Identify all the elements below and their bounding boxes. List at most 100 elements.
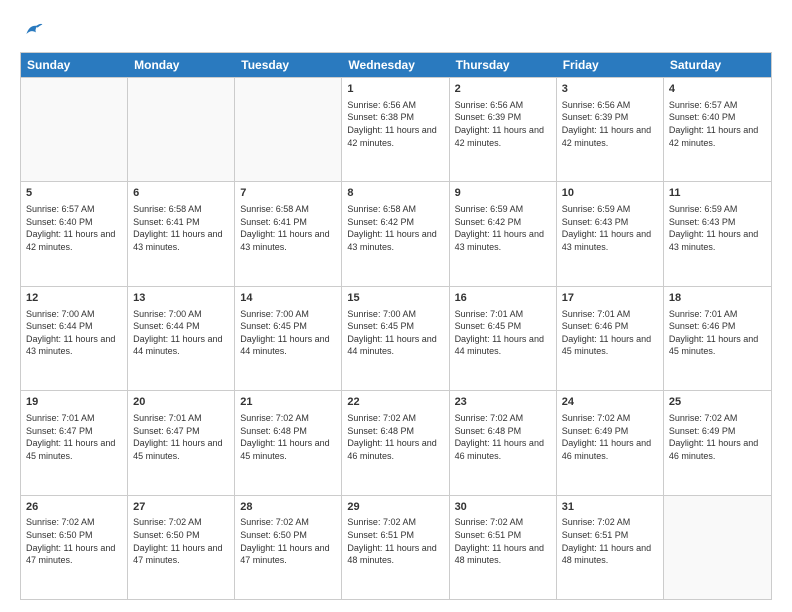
calendar-cell: 21 Sunrise: 7:02 AM Sunset: 6:48 PM Dayli… — [235, 391, 342, 494]
day-info: Sunrise: 6:56 AM Sunset: 6:39 PM Dayligh… — [455, 99, 551, 149]
day-info: Sunrise: 7:02 AM Sunset: 6:48 PM Dayligh… — [347, 412, 443, 462]
day-number: 14 — [240, 291, 336, 306]
weekday-header: Friday — [557, 53, 664, 77]
day-info: Sunrise: 6:56 AM Sunset: 6:39 PM Dayligh… — [562, 99, 658, 149]
day-info: Sunrise: 7:02 AM Sunset: 6:48 PM Dayligh… — [455, 412, 551, 462]
calendar-cell: 2 Sunrise: 6:56 AM Sunset: 6:39 PM Daylig… — [450, 78, 557, 181]
calendar-cell: 4 Sunrise: 6:57 AM Sunset: 6:40 PM Daylig… — [664, 78, 771, 181]
calendar-cell: 11 Sunrise: 6:59 AM Sunset: 6:43 PM Dayli… — [664, 182, 771, 285]
calendar-cell: 13 Sunrise: 7:00 AM Sunset: 6:44 PM Dayli… — [128, 287, 235, 390]
calendar-cell: 5 Sunrise: 6:57 AM Sunset: 6:40 PM Daylig… — [21, 182, 128, 285]
calendar-row: 12Sunrise: 7:00 AM Sunset: 6:44 PM Dayli… — [21, 286, 771, 390]
calendar-cell: 20Sunrise: 7:01 AM Sunset: 6:47 PM Dayli… — [128, 391, 235, 494]
day-number: 4 — [669, 82, 766, 97]
calendar-cell: 26Sunrise: 7:02 AM Sunset: 6:50 PM Dayli… — [21, 496, 128, 599]
calendar-cell: 12Sunrise: 7:00 AM Sunset: 6:44 PM Dayli… — [21, 287, 128, 390]
day-number: 15 — [347, 291, 443, 306]
calendar: SundayMondayTuesdayWednesdayThursdayFrid… — [20, 52, 772, 600]
day-info: Sunrise: 6:57 AM Sunset: 6:40 PM Dayligh… — [26, 203, 122, 253]
calendar-cell: 14Sunrise: 7:00 AM Sunset: 6:45 PM Dayli… — [235, 287, 342, 390]
day-number: 1 — [347, 82, 443, 97]
day-info: Sunrise: 7:02 AM Sunset: 6:50 PM Dayligh… — [240, 516, 336, 566]
day-info: Sunrise: 7:02 AM Sunset: 6:50 PM Dayligh… — [26, 516, 122, 566]
calendar-cell: 9 Sunrise: 6:59 AM Sunset: 6:42 PM Daylig… — [450, 182, 557, 285]
day-number: 7 — [240, 186, 336, 201]
day-info: Sunrise: 7:02 AM Sunset: 6:49 PM Dayligh… — [669, 412, 766, 462]
day-number: 29 — [347, 500, 443, 515]
day-number: 10 — [562, 186, 658, 201]
calendar-cell: 18 Sunrise: 7:01 AM Sunset: 6:46 PM Dayli… — [664, 287, 771, 390]
day-info: Sunrise: 7:00 AM Sunset: 6:44 PM Dayligh… — [133, 308, 229, 358]
day-info: Sunrise: 7:01 AM Sunset: 6:47 PM Dayligh… — [26, 412, 122, 462]
day-number: 2 — [455, 82, 551, 97]
calendar-cell: 8 Sunrise: 6:58 AM Sunset: 6:42 PM Daylig… — [342, 182, 449, 285]
calendar-row: 26Sunrise: 7:02 AM Sunset: 6:50 PM Dayli… — [21, 495, 771, 599]
day-info: Sunrise: 6:59 AM Sunset: 6:43 PM Dayligh… — [562, 203, 658, 253]
day-info: Sunrise: 6:56 AM Sunset: 6:38 PM Dayligh… — [347, 99, 443, 149]
day-number: 28 — [240, 500, 336, 515]
calendar-cell — [235, 78, 342, 181]
logo — [20, 18, 46, 42]
calendar-cell: 3Sunrise: 6:56 AM Sunset: 6:39 PM Daylig… — [557, 78, 664, 181]
day-info: Sunrise: 7:02 AM Sunset: 6:48 PM Dayligh… — [240, 412, 336, 462]
day-number: 27 — [133, 500, 229, 515]
calendar-cell: 10 Sunrise: 6:59 AM Sunset: 6:43 PM Dayli… — [557, 182, 664, 285]
day-number: 9 — [455, 186, 551, 201]
calendar-cell: 23 Sunrise: 7:02 AM Sunset: 6:48 PM Dayli… — [450, 391, 557, 494]
day-info: Sunrise: 7:02 AM Sunset: 6:51 PM Dayligh… — [455, 516, 551, 566]
calendar-cell: 1 Sunrise: 6:56 AM Sunset: 6:38 PM Daylig… — [342, 78, 449, 181]
day-number: 5 — [26, 186, 122, 201]
day-number: 11 — [669, 186, 766, 201]
day-info: Sunrise: 7:02 AM Sunset: 6:49 PM Dayligh… — [562, 412, 658, 462]
calendar-cell: 27Sunrise: 7:02 AM Sunset: 6:50 PM Dayli… — [128, 496, 235, 599]
calendar-cell: 6 Sunrise: 6:58 AM Sunset: 6:41 PM Daylig… — [128, 182, 235, 285]
day-number: 30 — [455, 500, 551, 515]
day-number: 6 — [133, 186, 229, 201]
day-number: 17 — [562, 291, 658, 306]
calendar-row: 19Sunrise: 7:01 AM Sunset: 6:47 PM Dayli… — [21, 390, 771, 494]
weekday-header: Tuesday — [235, 53, 342, 77]
day-number: 18 — [669, 291, 766, 306]
day-info: Sunrise: 6:58 AM Sunset: 6:41 PM Dayligh… — [133, 203, 229, 253]
weekday-header: Wednesday — [342, 53, 449, 77]
day-info: Sunrise: 6:59 AM Sunset: 6:42 PM Dayligh… — [455, 203, 551, 253]
day-number: 8 — [347, 186, 443, 201]
day-info: Sunrise: 6:58 AM Sunset: 6:42 PM Dayligh… — [347, 203, 443, 253]
calendar-row: 5 Sunrise: 6:57 AM Sunset: 6:40 PM Daylig… — [21, 181, 771, 285]
day-info: Sunrise: 7:02 AM Sunset: 6:50 PM Dayligh… — [133, 516, 229, 566]
calendar-cell: 28Sunrise: 7:02 AM Sunset: 6:50 PM Dayli… — [235, 496, 342, 599]
day-number: 16 — [455, 291, 551, 306]
weekday-header: Monday — [128, 53, 235, 77]
calendar-cell: 22 Sunrise: 7:02 AM Sunset: 6:48 PM Dayli… — [342, 391, 449, 494]
header — [20, 18, 772, 42]
day-info: Sunrise: 7:00 AM Sunset: 6:45 PM Dayligh… — [347, 308, 443, 358]
day-number: 13 — [133, 291, 229, 306]
day-info: Sunrise: 7:01 AM Sunset: 6:46 PM Dayligh… — [562, 308, 658, 358]
day-info: Sunrise: 7:02 AM Sunset: 6:51 PM Dayligh… — [562, 516, 658, 566]
day-number: 23 — [455, 395, 551, 410]
logo-bird-icon — [20, 18, 44, 42]
calendar-cell: 25Sunrise: 7:02 AM Sunset: 6:49 PM Dayli… — [664, 391, 771, 494]
calendar-cell: 17 Sunrise: 7:01 AM Sunset: 6:46 PM Dayli… — [557, 287, 664, 390]
calendar-cell: 30Sunrise: 7:02 AM Sunset: 6:51 PM Dayli… — [450, 496, 557, 599]
day-info: Sunrise: 7:01 AM Sunset: 6:46 PM Dayligh… — [669, 308, 766, 358]
calendar-cell: 16Sunrise: 7:01 AM Sunset: 6:45 PM Dayli… — [450, 287, 557, 390]
day-number: 24 — [562, 395, 658, 410]
day-number: 22 — [347, 395, 443, 410]
calendar-cell: 15 Sunrise: 7:00 AM Sunset: 6:45 PM Dayli… — [342, 287, 449, 390]
calendar-cell — [21, 78, 128, 181]
calendar-cell — [128, 78, 235, 181]
day-info: Sunrise: 7:01 AM Sunset: 6:47 PM Dayligh… — [133, 412, 229, 462]
calendar-cell: 24 Sunrise: 7:02 AM Sunset: 6:49 PM Dayli… — [557, 391, 664, 494]
day-number: 26 — [26, 500, 122, 515]
calendar-cell: 29Sunrise: 7:02 AM Sunset: 6:51 PM Dayli… — [342, 496, 449, 599]
calendar-cell: 7 Sunrise: 6:58 AM Sunset: 6:41 PM Daylig… — [235, 182, 342, 285]
day-number: 31 — [562, 500, 658, 515]
calendar-cell: 31Sunrise: 7:02 AM Sunset: 6:51 PM Dayli… — [557, 496, 664, 599]
calendar-cell — [664, 496, 771, 599]
day-info: Sunrise: 6:57 AM Sunset: 6:40 PM Dayligh… — [669, 99, 766, 149]
day-info: Sunrise: 6:58 AM Sunset: 6:41 PM Dayligh… — [240, 203, 336, 253]
day-info: Sunrise: 6:59 AM Sunset: 6:43 PM Dayligh… — [669, 203, 766, 253]
day-info: Sunrise: 7:02 AM Sunset: 6:51 PM Dayligh… — [347, 516, 443, 566]
day-number: 21 — [240, 395, 336, 410]
